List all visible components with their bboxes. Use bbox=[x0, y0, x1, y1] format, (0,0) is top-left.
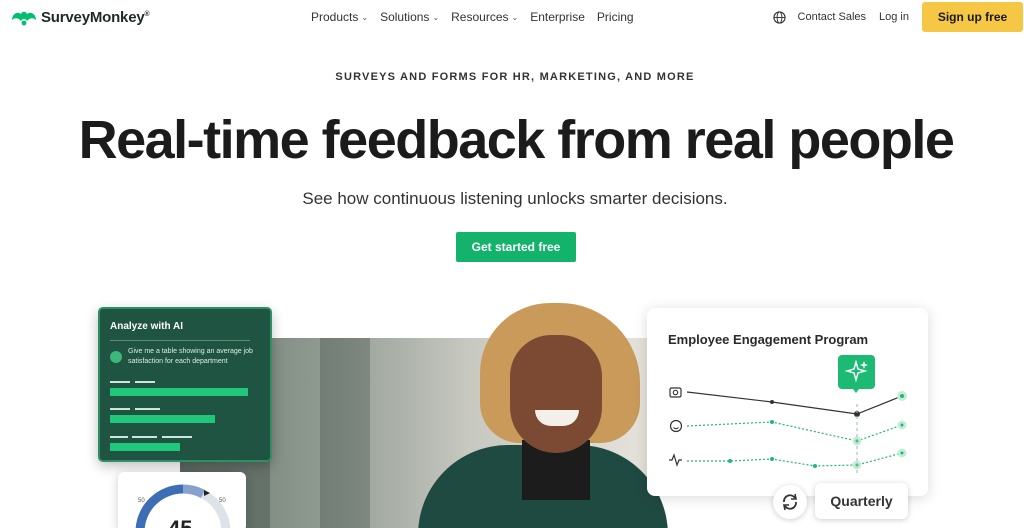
table-line bbox=[135, 381, 155, 383]
main-nav: Products ⌄ Solutions ⌄ Resources ⌄ Enterpri… bbox=[311, 10, 646, 24]
photo-face bbox=[510, 335, 602, 453]
chevron-down-icon: ⌄ bbox=[432, 12, 440, 22]
sparkle-icon[interactable] bbox=[838, 355, 875, 393]
engagement-chart bbox=[669, 387, 907, 473]
gauge-value: 45 bbox=[168, 516, 192, 528]
logo-text: SurveyMonkey® bbox=[41, 8, 150, 26]
nav-pricing[interactable]: Pricing bbox=[597, 10, 634, 24]
gauge-card: 50 50 45 bbox=[118, 472, 246, 528]
ai-card-title: Analyze with AI bbox=[110, 321, 183, 332]
chevron-down-icon: ⌄ bbox=[361, 12, 369, 22]
analyze-ai-card: Analyze with AI Give me a table showing … bbox=[98, 307, 272, 462]
ai-prompt-text: Give me a table showing an average job s… bbox=[128, 348, 253, 365]
chevron-down-icon: ⌄ bbox=[511, 12, 519, 22]
refresh-icon bbox=[783, 493, 797, 511]
nav-resources[interactable]: Resources ⌄ bbox=[451, 10, 518, 24]
table-line bbox=[110, 408, 130, 410]
contact-sales-link[interactable]: Contact Sales bbox=[798, 11, 866, 23]
table-bar bbox=[110, 415, 215, 423]
gauge-max-label: 50 bbox=[219, 498, 226, 504]
hero-subhead: See how continuous listening unlocks sma… bbox=[302, 189, 728, 208]
hero-headline: Real-time feedback from real people bbox=[78, 110, 955, 170]
smiley-icon bbox=[669, 419, 683, 433]
ai-avatar-icon bbox=[110, 351, 122, 363]
top-nav: SurveyMonkey® Products ⌄ Solutions ⌄ Resou… bbox=[0, 0, 1024, 34]
logo-icon bbox=[12, 11, 36, 26]
gauge-min-label: 50 bbox=[138, 498, 145, 504]
refresh-button[interactable] bbox=[773, 485, 807, 519]
hero-eyebrow: SURVEYS AND FORMS FOR HR, MARKETING, AND… bbox=[335, 71, 695, 83]
globe-icon[interactable] bbox=[772, 10, 786, 24]
camera-icon bbox=[669, 387, 682, 398]
table-line bbox=[135, 408, 160, 410]
divider bbox=[110, 340, 250, 341]
logo[interactable]: SurveyMonkey® bbox=[9, 6, 150, 28]
pulse-icon bbox=[669, 453, 682, 467]
engagement-card: Employee Engagement Program bbox=[647, 308, 928, 496]
get-started-button[interactable]: Get started free bbox=[456, 232, 576, 262]
table-line bbox=[110, 436, 128, 438]
login-link[interactable]: Log in bbox=[879, 11, 909, 23]
nav-products[interactable]: Products ⌄ bbox=[311, 10, 368, 24]
signup-button[interactable]: Sign up free bbox=[922, 2, 1023, 32]
table-line bbox=[162, 436, 192, 438]
table-line bbox=[110, 381, 130, 383]
nav-enterprise[interactable]: Enterprise bbox=[530, 10, 585, 24]
table-line bbox=[132, 436, 157, 438]
nav-solutions[interactable]: Solutions ⌄ bbox=[380, 10, 439, 24]
table-bar bbox=[110, 443, 180, 451]
table-bar bbox=[110, 388, 248, 396]
period-selector[interactable]: Quarterly bbox=[815, 483, 908, 519]
nav-actions: Contact Sales Log in Sign up free bbox=[772, 2, 1024, 32]
